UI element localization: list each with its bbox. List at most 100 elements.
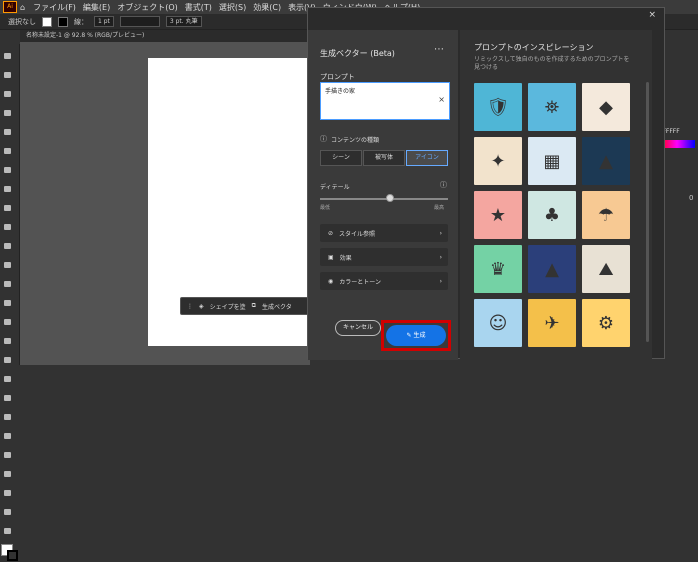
generate-vector-button[interactable]: 生成ベクタ (262, 302, 292, 311)
variable-width-field[interactable] (119, 16, 160, 27)
settings-pane: 生成ベクター (Beta) ⋯ プロンプト 手描きの家 × ⓘ コンテンツの種類… (308, 30, 458, 360)
curvature-tool-icon[interactable] (4, 110, 11, 116)
prompt-text: 手描きの家 (325, 88, 356, 95)
drag-handle-icon[interactable]: ⋮ (187, 303, 193, 310)
lighthouse-icon: ⛯ (544, 96, 560, 118)
trophy-icon: ♛ (489, 258, 507, 280)
content-type-header: ⓘ コンテンツの種類 (320, 134, 379, 144)
detail-slider-track[interactable] (320, 198, 448, 200)
chevron-right-icon: › (439, 253, 442, 261)
stroke-weight-field[interactable]: 1 pt (94, 16, 114, 27)
inspiration-thumbnail-dragon[interactable]: ✦ (474, 137, 522, 185)
chevron-right-icon: › (439, 277, 442, 285)
shape-fill-button[interactable]: シェイプを塗 (210, 302, 246, 311)
inspiration-thumbnail-gear-check[interactable]: ⚙ (582, 299, 630, 347)
color-tone-row[interactable]: ◉ カラーとトーン › (320, 272, 448, 290)
hand-tool-icon[interactable] (4, 509, 11, 515)
inspiration-thumbnail-calendar[interactable]: ▦ (528, 137, 576, 185)
menu-select[interactable]: 選択(S) (219, 2, 246, 13)
artboard-tool-icon[interactable] (4, 471, 11, 477)
inspiration-thumbnail-campfire[interactable]: ▲ (582, 137, 630, 185)
inspiration-thumbnail-explorer[interactable]: ☺ (474, 299, 522, 347)
warp-tool-icon[interactable] (4, 281, 11, 287)
perspective-tool-icon[interactable] (4, 338, 11, 344)
inspiration-thumbnail-tiger-forest[interactable]: ♣ (528, 191, 576, 239)
detail-slider-thumb[interactable] (386, 194, 395, 202)
scrollbar[interactable] (646, 82, 649, 342)
inspiration-thumbnail-fox-badge[interactable]: ◆ (582, 83, 630, 131)
pen-tool-icon[interactable] (4, 91, 11, 97)
gradient-tool-icon[interactable] (4, 376, 11, 382)
generate-vector-icon: ⧉ (251, 302, 256, 309)
type-tool-icon[interactable] (4, 129, 11, 135)
inspiration-thumbnail-lighthouse[interactable]: ⛯ (528, 83, 576, 131)
selection-tool-icon[interactable] (4, 53, 11, 59)
calendar-icon: ▦ (543, 150, 561, 172)
inspiration-thumbnail-star-circle[interactable]: ★ (474, 191, 522, 239)
menu-effect[interactable]: 効果(C) (253, 2, 281, 13)
detail-info-icon[interactable]: ⓘ (440, 180, 447, 190)
prompt-input[interactable]: 手描きの家 × (320, 82, 450, 120)
color-tone-icon: ◉ (328, 277, 334, 285)
eyedropper-tool-icon[interactable] (4, 395, 11, 401)
mesh-tool-icon[interactable] (4, 357, 11, 363)
app-logo: Ai (3, 1, 17, 13)
blend-tool-icon[interactable] (4, 414, 11, 420)
document-tab[interactable]: 名称未設定-1 @ 92.8 % (RGB/プレビュー) (20, 30, 320, 42)
mountains-icon: ⛰ (598, 258, 614, 280)
home-icon[interactable]: ⌂ (20, 3, 25, 12)
menu-file[interactable]: ファイル(F) (33, 2, 76, 13)
slice-tool-icon[interactable] (4, 490, 11, 496)
shape-builder-tool-icon[interactable] (4, 319, 11, 325)
contextual-task-bar: ⋮ ◈ シェイプを塗 ⧉ 生成ベクタ (180, 297, 310, 315)
inspiration-thumbnail-jellyfish[interactable]: ☂ (582, 191, 630, 239)
color-tone-label: カラーとトーン (339, 278, 381, 286)
star-circle-icon: ★ (489, 204, 507, 226)
rectangle-tool-icon[interactable] (4, 167, 11, 173)
zoom-tool-icon[interactable] (4, 528, 11, 534)
content-type-subject[interactable]: 被写体 (363, 150, 405, 166)
stroke-swatch[interactable] (58, 16, 68, 27)
content-type-scene[interactable]: シーン (320, 150, 362, 166)
close-icon[interactable]: × (648, 10, 656, 20)
symbol-tool-icon[interactable] (4, 433, 11, 439)
generate-label: 生成 (413, 332, 426, 339)
effects-row[interactable]: ▣ 効果 › (320, 248, 448, 266)
brush-tool-icon[interactable] (4, 186, 11, 192)
inspiration-thumbnail-bird[interactable]: ✈ (528, 299, 576, 347)
effects-icon: ▣ (328, 253, 334, 261)
dragon-icon: ✦ (490, 150, 506, 172)
free-transform-tool-icon[interactable] (4, 300, 11, 306)
content-type-icon[interactable]: アイコン (406, 150, 448, 166)
content-type-label: コンテンツの種類 (331, 136, 380, 144)
bird-icon: ✈ (544, 312, 560, 334)
line-tool-icon[interactable] (4, 148, 11, 154)
stroke-label: 線： (74, 17, 88, 26)
rocket-city-icon: ▲ (545, 258, 559, 280)
brush-field[interactable]: 3 pt. 丸筆 (165, 16, 202, 27)
eraser-tool-icon[interactable] (4, 224, 11, 230)
inspiration-thumbnail-trophy[interactable]: ♛ (474, 245, 522, 293)
generate-button[interactable]: ✎ 生成 (386, 325, 446, 346)
detail-label: ディテール (320, 184, 350, 191)
shape-fill-icon: ◈ (199, 302, 204, 310)
menu-type[interactable]: 書式(T) (185, 2, 212, 13)
inspiration-thumbnail-wolf-shield[interactable]: 🛡 (474, 83, 522, 131)
cancel-button[interactable]: キャンセル (335, 320, 381, 336)
fill-stroke-icon[interactable] (1, 544, 19, 562)
fill-swatch[interactable] (42, 16, 52, 27)
direct-selection-tool-icon[interactable] (4, 72, 11, 78)
inspiration-thumbnail-rocket-city[interactable]: ▲ (528, 245, 576, 293)
menu-object[interactable]: オブジェクト(O) (117, 2, 178, 13)
style-reference-row[interactable]: ⊘ スタイル参照 › (320, 224, 448, 242)
menu-edit[interactable]: 編集(E) (83, 2, 110, 13)
inspiration-thumbnail-mountains[interactable]: ⛰ (582, 245, 630, 293)
clear-prompt-icon[interactable]: × (438, 95, 445, 104)
scale-tool-icon[interactable] (4, 262, 11, 268)
detail-max-label: 最高 (434, 205, 445, 211)
graph-tool-icon[interactable] (4, 452, 11, 458)
inspiration-grid: 🛡 ⛯ ◆ ✦ ▦ ▲ ★ ♣ ☂ ♛ ▲ ⛰ ☺ ✈ ⚙ (474, 83, 638, 347)
shaper-tool-icon[interactable] (4, 205, 11, 211)
more-icon[interactable]: ⋯ (434, 44, 444, 55)
rotate-tool-icon[interactable] (4, 243, 11, 249)
